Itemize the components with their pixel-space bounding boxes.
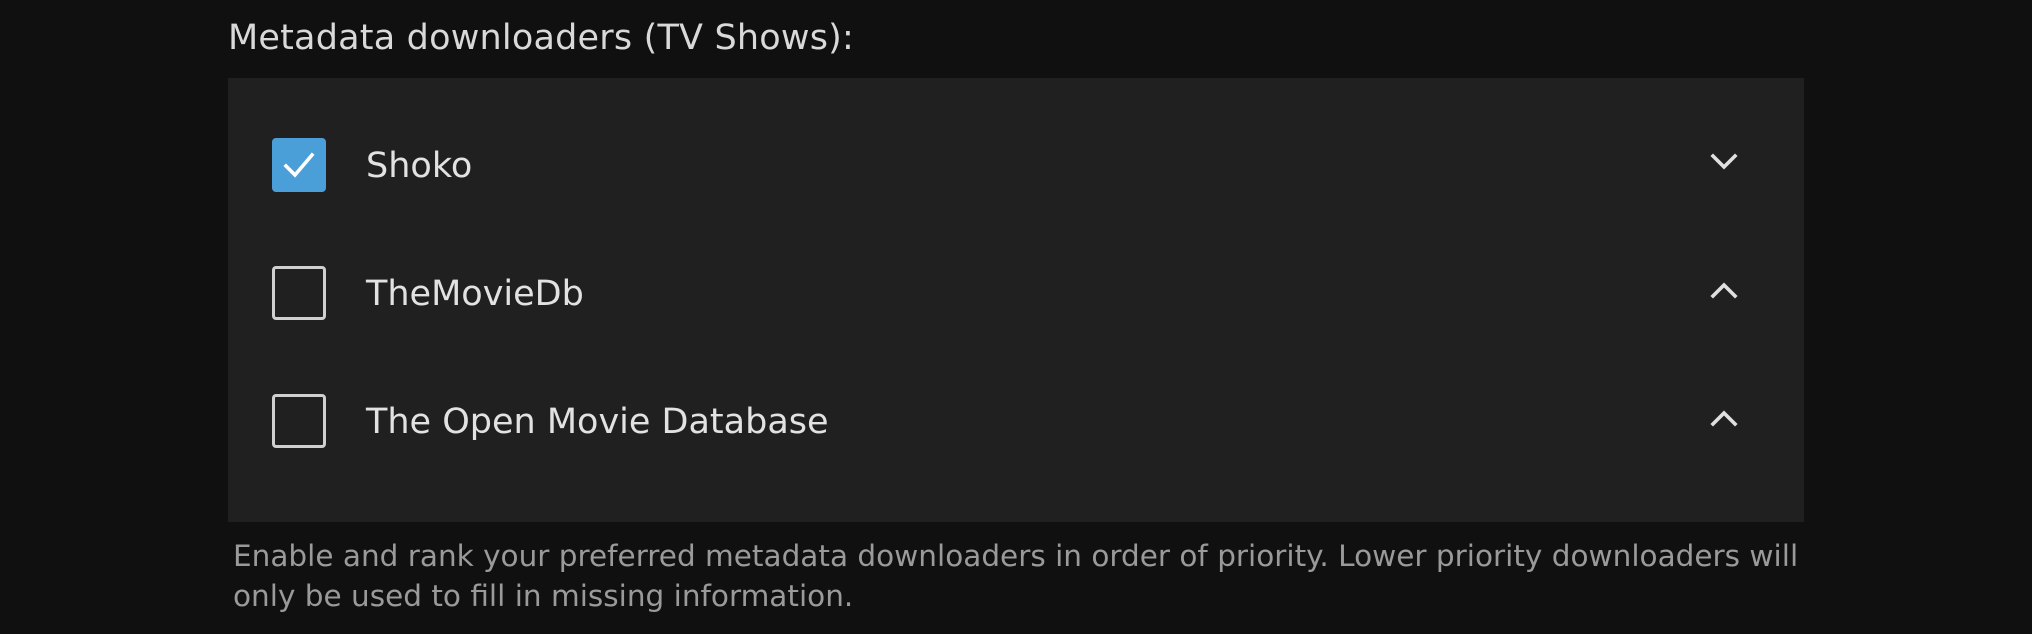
move-down-button[interactable] xyxy=(1700,138,1748,186)
downloader-label: TheMovieDb xyxy=(366,274,584,314)
downloader-label: Shoko xyxy=(366,146,473,186)
downloader-list: Shoko TheMovieDb The Open Movie Database xyxy=(228,78,1804,522)
checkbox-themoviedb[interactable] xyxy=(272,266,326,320)
chevron-up-icon xyxy=(1710,282,1738,299)
checkbox-open-movie-database[interactable] xyxy=(272,394,326,448)
section-heading: Metadata downloaders (TV Shows): xyxy=(228,18,855,58)
downloader-label: The Open Movie Database xyxy=(366,402,829,442)
checkbox-shoko[interactable] xyxy=(272,138,326,192)
chevron-down-icon xyxy=(1710,153,1738,170)
chevron-up-icon xyxy=(1710,410,1738,427)
move-up-button[interactable] xyxy=(1700,266,1748,314)
move-up-button[interactable] xyxy=(1700,394,1748,442)
checkmark-icon xyxy=(283,152,315,178)
list-item-shoko: Shoko xyxy=(228,138,1804,250)
help-text: Enable and rank your preferred metadata … xyxy=(233,539,1799,613)
list-item-open-movie-database: The Open Movie Database xyxy=(228,394,1804,506)
list-item-themoviedb: TheMovieDb xyxy=(228,266,1804,378)
